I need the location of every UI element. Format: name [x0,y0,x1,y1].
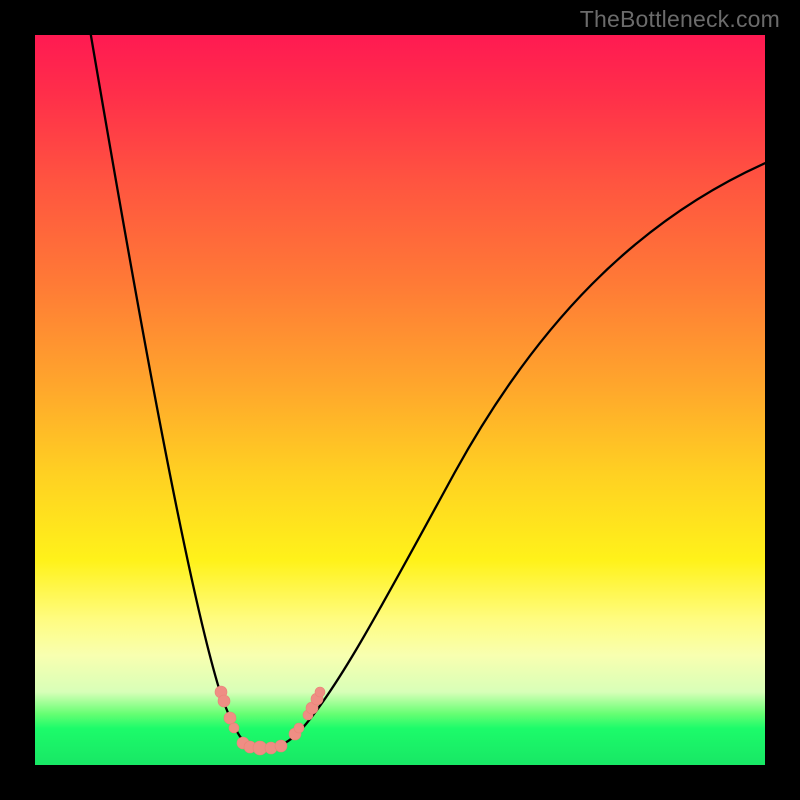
data-marker [315,687,325,697]
data-marker [294,723,304,733]
curve-left-branch [90,30,260,749]
curve-right-branch [260,161,770,749]
data-marker [218,695,230,707]
data-marker [224,712,236,724]
data-marker [229,723,239,733]
chart-overlay [35,35,765,765]
chart-frame: TheBottleneck.com [0,0,800,800]
data-marker [275,740,287,752]
watermark-text: TheBottleneck.com [580,6,780,33]
